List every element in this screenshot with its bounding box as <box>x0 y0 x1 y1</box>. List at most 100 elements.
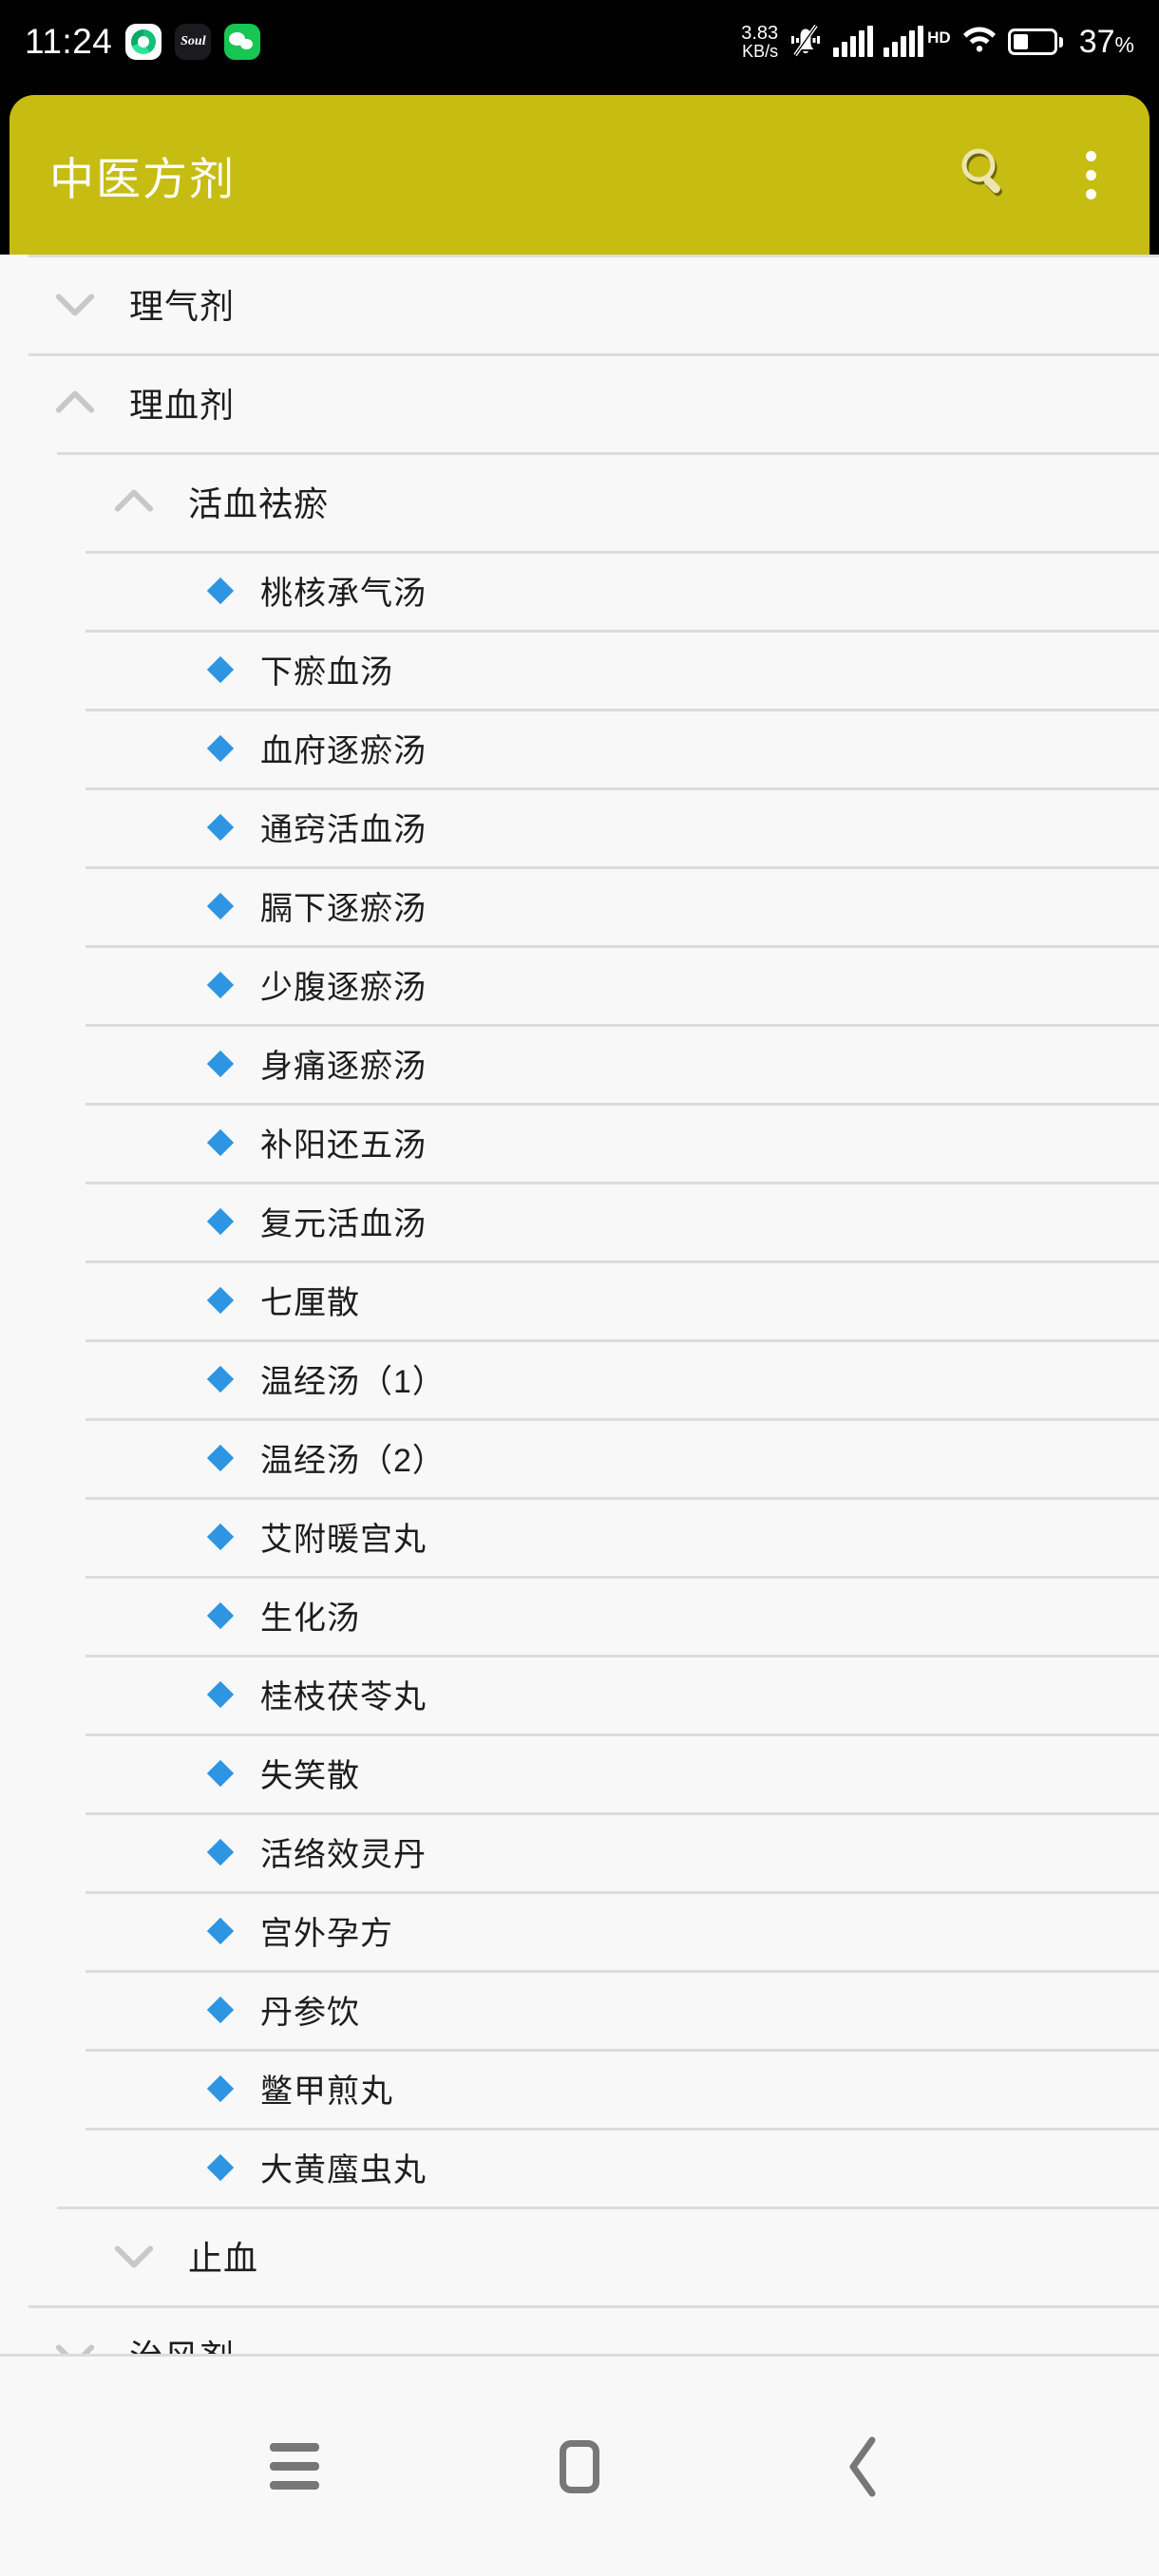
formula-list-item[interactable]: 复元活血汤 <box>0 1182 1159 1260</box>
row-divider <box>86 945 1159 948</box>
diamond-bullet-icon <box>206 1207 235 1235</box>
formula-name-label: 七厘散 <box>260 1285 360 1321</box>
formula-list-item[interactable]: 身痛逐瘀汤 <box>0 1024 1159 1103</box>
chevron-down-icon[interactable] <box>53 282 97 326</box>
wechat-app-icon <box>224 24 261 60</box>
formula-list-item[interactable]: 温经汤（2） <box>0 1418 1159 1497</box>
diamond-bullet-icon <box>206 1365 235 1392</box>
formula-name-label: 血府逐瘀汤 <box>260 733 427 769</box>
diamond-bullet-icon <box>206 1917 235 1944</box>
formula-tree-list[interactable]: 理气剂理血剂活血祛瘀桃核承气汤下瘀血汤血府逐瘀汤通窍活血汤膈下逐瘀汤少腹逐瘀汤身… <box>0 255 1159 2354</box>
cellular-signal-icon <box>833 26 874 57</box>
diamond-bullet-icon <box>206 1444 235 1471</box>
chevron-up-icon[interactable] <box>112 480 156 523</box>
formula-list-item[interactable]: 温经汤（1） <box>0 1339 1159 1418</box>
diamond-bullet-icon <box>206 971 235 998</box>
formula-list-item[interactable]: 七厘散 <box>0 1260 1159 1339</box>
row-divider <box>86 1497 1159 1500</box>
formula-list-item[interactable]: 桂枝茯苓丸 <box>0 1655 1159 1733</box>
row-divider <box>86 1655 1159 1657</box>
diamond-bullet-icon <box>206 1128 235 1156</box>
chevron-down-icon[interactable] <box>112 2234 156 2278</box>
row-divider <box>86 1970 1159 1973</box>
status-bar: 11:24 Soul 3.83 KB/s HD 37% <box>0 0 1159 84</box>
formula-list-item[interactable]: 丹参饮 <box>0 1970 1159 2049</box>
diamond-bullet-icon <box>206 577 235 604</box>
green-camera-app-icon <box>125 24 162 60</box>
network-speed-indicator: 3.83 KB/s <box>741 24 778 60</box>
formula-list-item[interactable]: 下瘀血汤 <box>0 630 1159 709</box>
row-divider <box>28 353 1159 356</box>
formula-list-item[interactable]: 生化汤 <box>0 1576 1159 1655</box>
search-button[interactable] <box>959 145 1014 205</box>
category-row-level-1[interactable]: 治风剂 <box>0 2305 1159 2354</box>
phone-screen: 11:24 Soul 3.83 KB/s HD 37% 中医方剂 理气剂 理血剂… <box>0 0 1159 2576</box>
formula-list-item[interactable]: 血府逐瘀汤 <box>0 709 1159 787</box>
network-speed-unit: KB/s <box>742 42 779 61</box>
formula-list-item[interactable]: 补阳还五汤 <box>0 1103 1159 1182</box>
formula-list-item[interactable]: 大黄䗪虫丸 <box>0 2128 1159 2207</box>
category-label: 理血剂 <box>129 386 236 425</box>
formula-name-label: 活络效灵丹 <box>260 1837 427 1873</box>
formula-name-label: 身痛逐瘀汤 <box>260 1049 427 1085</box>
diamond-bullet-icon <box>206 892 235 919</box>
formula-list-item[interactable]: 桃核承气汤 <box>0 551 1159 630</box>
row-divider <box>57 2207 1159 2209</box>
formula-name-label: 大黄䗪虫丸 <box>260 2152 427 2188</box>
battery-percent-label: 37% <box>1078 23 1134 60</box>
row-divider <box>86 1024 1159 1027</box>
formula-list-item[interactable]: 失笑散 <box>0 1733 1159 1812</box>
row-divider <box>28 255 1159 257</box>
category-row-level-2[interactable]: 活血祛瘀 <box>0 452 1159 551</box>
formula-name-label: 桃核承气汤 <box>260 576 427 612</box>
formula-list-item[interactable]: 通窍活血汤 <box>0 787 1159 866</box>
silent-vibrate-off-icon <box>788 21 823 64</box>
chevron-down-icon[interactable] <box>53 2333 97 2354</box>
formula-name-label: 丹参饮 <box>260 1995 360 2031</box>
formula-name-label: 温经汤（2） <box>260 1443 446 1479</box>
more-vertical-icon[interactable] <box>1073 145 1110 205</box>
diamond-bullet-icon <box>206 1050 235 1077</box>
diamond-bullet-icon <box>206 734 235 762</box>
home-square-icon[interactable] <box>522 2410 636 2524</box>
row-divider <box>57 452 1159 455</box>
row-divider <box>86 630 1159 633</box>
menu-icon[interactable] <box>238 2410 352 2524</box>
formula-list-item[interactable]: 宫外孕方 <box>0 1891 1159 1970</box>
formula-name-label: 温经汤（1） <box>260 1364 446 1400</box>
chevron-up-icon[interactable] <box>53 381 97 425</box>
formula-name-label: 通窍活血汤 <box>260 812 427 848</box>
category-row-level-1[interactable]: 理气剂 <box>0 255 1159 353</box>
formula-list-item[interactable]: 鳖甲煎丸 <box>0 2049 1159 2128</box>
row-divider <box>86 1418 1159 1421</box>
formula-name-label: 复元活血汤 <box>260 1206 427 1242</box>
row-divider <box>86 1812 1159 1815</box>
row-divider <box>86 787 1159 790</box>
subcategory-label: 止血 <box>188 2239 259 2278</box>
category-row-level-1[interactable]: 理血剂 <box>0 353 1159 452</box>
row-divider <box>28 2305 1159 2308</box>
formula-list-item[interactable]: 膈下逐瘀汤 <box>0 866 1159 945</box>
page-title: 中医方剂 <box>49 153 236 204</box>
category-row-level-2[interactable]: 止血 <box>0 2207 1159 2305</box>
formula-list-item[interactable]: 少腹逐瘀汤 <box>0 945 1159 1024</box>
formula-name-label: 失笑散 <box>260 1758 360 1794</box>
formula-list-item[interactable]: 活络效灵丹 <box>0 1812 1159 1891</box>
formula-name-label: 少腹逐瘀汤 <box>260 970 427 1006</box>
row-divider <box>86 551 1159 554</box>
wifi-icon <box>961 26 998 59</box>
row-divider <box>86 2128 1159 2131</box>
diamond-bullet-icon <box>206 1286 235 1314</box>
network-speed-value: 3.83 <box>741 23 779 44</box>
back-chevron-icon[interactable] <box>808 2410 922 2524</box>
formula-list-item[interactable]: 艾附暖宫丸 <box>0 1497 1159 1576</box>
category-label: 治风剂 <box>129 2330 235 2354</box>
row-divider <box>86 1733 1159 1736</box>
app-bar-actions <box>959 145 1110 205</box>
formula-name-label: 艾附暖宫丸 <box>260 1522 427 1558</box>
row-divider <box>86 1103 1159 1106</box>
row-divider <box>86 866 1159 869</box>
formula-name-label: 下瘀血汤 <box>260 654 393 691</box>
soul-app-icon: Soul <box>175 24 212 60</box>
diamond-bullet-icon <box>206 1523 235 1550</box>
